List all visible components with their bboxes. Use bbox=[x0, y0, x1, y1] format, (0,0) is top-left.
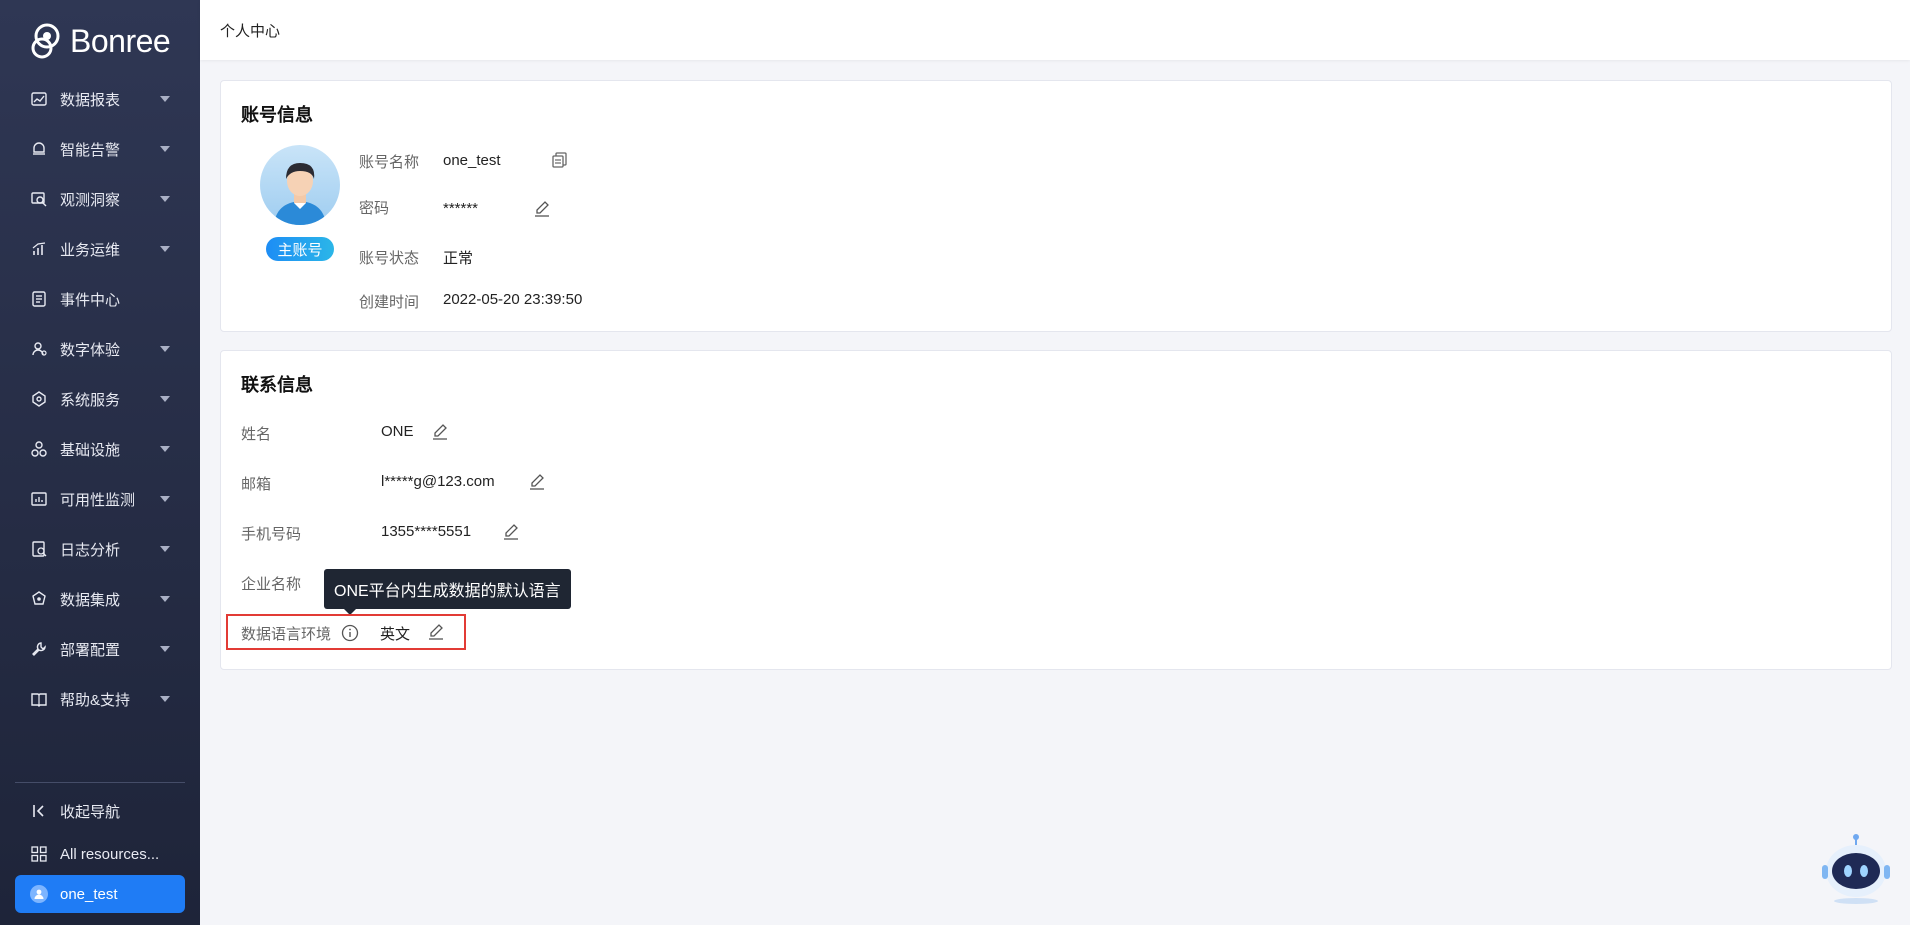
sidebar-item-log-analysis[interactable]: 日志分析 bbox=[0, 524, 200, 574]
chevron-down-icon bbox=[160, 496, 170, 502]
account-status-value: 正常 bbox=[443, 250, 474, 267]
chevron-down-icon bbox=[160, 596, 170, 602]
alarm-icon bbox=[30, 140, 48, 158]
surname-value: ONE bbox=[381, 423, 414, 440]
edit-phone-icon[interactable] bbox=[502, 523, 520, 541]
cluster-icon bbox=[30, 440, 48, 458]
email-label: 邮箱 bbox=[241, 476, 272, 493]
password-value: ****** bbox=[443, 200, 479, 217]
sidebar-item-event-center[interactable]: 事件中心 bbox=[0, 274, 200, 324]
language-tooltip: ONE平台内生成数据的默认语言 bbox=[324, 569, 571, 615]
sidebar-item-label: 事件中心 bbox=[60, 291, 121, 309]
collapse-nav-label: 收起导航 bbox=[60, 803, 121, 821]
sidebar-item-label: 日志分析 bbox=[60, 541, 121, 559]
sidebar-item-label: 观测洞察 bbox=[60, 191, 121, 209]
sidebar-item-data-report[interactable]: 数据报表 bbox=[0, 74, 200, 124]
sidebar-item-help-support[interactable]: 帮助&支持 bbox=[0, 674, 200, 724]
sidebar-item-label: 数据集成 bbox=[60, 591, 121, 609]
sidebar-divider bbox=[15, 782, 185, 783]
assistant-robot-icon[interactable] bbox=[1822, 833, 1890, 905]
primary-account-badge: 主账号 bbox=[266, 237, 334, 261]
sidebar-item-availability[interactable]: 可用性监测 bbox=[0, 474, 200, 524]
sidebar-item-label: 业务运维 bbox=[60, 241, 121, 259]
email-value: l*****g@123.com bbox=[381, 473, 495, 490]
grid-icon bbox=[30, 845, 48, 863]
page-title: 个人中心 bbox=[220, 23, 281, 40]
edit-surname-icon[interactable] bbox=[431, 423, 449, 441]
phone-value: 1355****5551 bbox=[381, 523, 472, 540]
created-time-value: 2022-05-20 23:39:50 bbox=[443, 291, 583, 308]
sidebar-item-digital-experience[interactable]: 数字体验 bbox=[0, 324, 200, 374]
account-name-label: 账号名称 bbox=[359, 154, 420, 171]
sidebar-item-deploy-config[interactable]: 部署配置 bbox=[0, 624, 200, 674]
sidebar: Bonree 数据报表 智能告警 观测洞察 业务运维 事件中心 数字体验 系统服… bbox=[0, 0, 200, 925]
account-status-label: 账号状态 bbox=[359, 250, 420, 267]
log-icon bbox=[30, 540, 48, 558]
top-bar: 个人中心 bbox=[200, 0, 1910, 60]
contact-info-card: 联系信息 姓名 ONE 邮箱 l*****g@123.com 手机号码 1355… bbox=[220, 350, 1892, 670]
chevron-down-icon bbox=[160, 696, 170, 702]
contact-section-title: 联系信息 bbox=[241, 375, 313, 395]
sidebar-item-label: 部署配置 bbox=[60, 641, 121, 659]
network-icon bbox=[30, 390, 48, 408]
phone-label: 手机号码 bbox=[241, 526, 302, 543]
sidebar-item-observe[interactable]: 观测洞察 bbox=[0, 174, 200, 224]
bonree-logo[interactable]: Bonree bbox=[30, 20, 171, 62]
chevron-down-icon bbox=[160, 646, 170, 652]
collapse-nav-button[interactable]: 收起导航 bbox=[15, 792, 185, 830]
sidebar-item-label: 基础设施 bbox=[60, 441, 121, 459]
all-resources-button[interactable]: All resources... bbox=[15, 835, 185, 873]
chevron-down-icon bbox=[160, 546, 170, 552]
sidebar-item-data-integration[interactable]: 数据集成 bbox=[0, 574, 200, 624]
collapse-icon bbox=[30, 802, 48, 820]
sidebar-item-business-ops[interactable]: 业务运维 bbox=[0, 224, 200, 274]
chevron-down-icon bbox=[160, 196, 170, 202]
user-menu-button[interactable]: one_test bbox=[15, 875, 185, 913]
sidebar-nav: 数据报表 智能告警 观测洞察 业务运维 事件中心 数字体验 系统服务 基础设施 … bbox=[0, 74, 200, 724]
bonree-logo-mark bbox=[31, 23, 60, 59]
account-name-value: one_test bbox=[443, 152, 501, 169]
logo-text: Bonree bbox=[70, 22, 171, 59]
sidebar-item-label: 数据报表 bbox=[60, 91, 121, 109]
chevron-down-icon bbox=[160, 246, 170, 252]
chevron-down-icon bbox=[160, 396, 170, 402]
sidebar-item-system-service[interactable]: 系统服务 bbox=[0, 374, 200, 424]
chevron-down-icon bbox=[160, 96, 170, 102]
sidebar-item-label: 系统服务 bbox=[60, 391, 121, 409]
language-highlight-box bbox=[226, 614, 466, 650]
all-resources-label: All resources... bbox=[60, 845, 160, 863]
chevron-down-icon bbox=[160, 346, 170, 352]
chevron-down-icon bbox=[160, 446, 170, 452]
chevron-down-icon bbox=[160, 146, 170, 152]
surname-label: 姓名 bbox=[241, 426, 272, 443]
user-experience-icon bbox=[30, 340, 48, 358]
chart-line-icon bbox=[30, 90, 48, 108]
document-icon bbox=[30, 290, 48, 308]
edit-email-icon[interactable] bbox=[528, 473, 546, 491]
user-name-label: one_test bbox=[60, 885, 118, 903]
password-label: 密码 bbox=[359, 200, 390, 217]
monitor-icon bbox=[30, 490, 48, 508]
sidebar-item-label: 数字体验 bbox=[60, 341, 121, 359]
account-section-title: 账号信息 bbox=[241, 105, 313, 125]
account-info-card: 账号信息 主账号 账号名称 one_test 密码 ****** 账号状态 正常… bbox=[220, 80, 1892, 332]
sidebar-item-infrastructure[interactable]: 基础设施 bbox=[0, 424, 200, 474]
edit-password-icon[interactable] bbox=[533, 200, 551, 218]
sidebar-item-smart-alarm[interactable]: 智能告警 bbox=[0, 124, 200, 174]
copy-icon[interactable] bbox=[551, 151, 569, 169]
avatar bbox=[260, 145, 340, 225]
sidebar-item-label: 帮助&支持 bbox=[60, 691, 131, 709]
integration-icon bbox=[30, 590, 48, 608]
bar-chart-icon bbox=[30, 240, 48, 258]
user-avatar-icon bbox=[30, 885, 48, 903]
sidebar-item-label: 智能告警 bbox=[60, 141, 121, 159]
sidebar-item-label: 可用性监测 bbox=[60, 491, 136, 509]
created-time-label: 创建时间 bbox=[359, 294, 420, 311]
observe-icon bbox=[30, 190, 48, 208]
book-icon bbox=[30, 690, 48, 708]
wrench-icon bbox=[30, 640, 48, 658]
company-label: 企业名称 bbox=[241, 576, 302, 593]
